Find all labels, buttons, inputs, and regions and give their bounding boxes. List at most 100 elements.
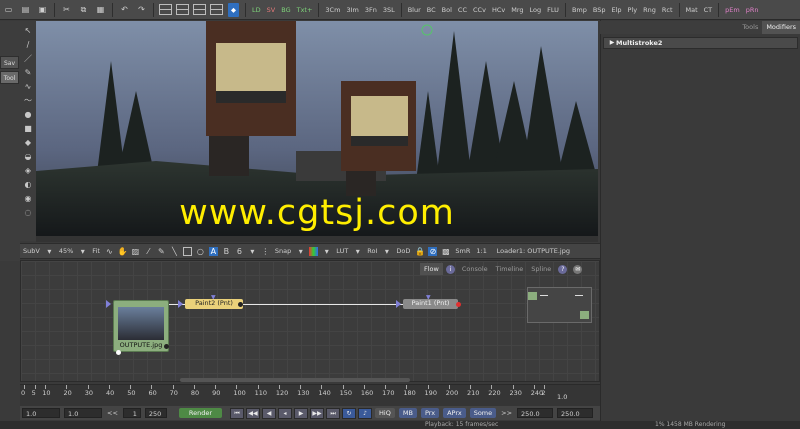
prev-key-icon[interactable]: ◀◀ <box>246 407 261 419</box>
circle-icon[interactable]: ● <box>23 110 33 120</box>
brush-tool-icon[interactable]: ▨ <box>131 247 140 256</box>
polyline-icon[interactable]: ∿ <box>23 82 33 92</box>
toolbar-button-rng[interactable]: Rng <box>640 3 659 17</box>
toolbar-button-hcv[interactable]: HCv <box>489 3 508 17</box>
tab-tools[interactable]: Tools <box>738 21 762 34</box>
tab-tool[interactable]: Tool <box>0 71 19 84</box>
undo-icon[interactable]: ↶ <box>119 4 130 15</box>
pencil-icon[interactable]: ✎ <box>23 68 33 78</box>
select-arrow-icon[interactable]: ↖ <box>23 26 33 36</box>
render-end-field[interactable]: 250.0 <box>517 408 554 418</box>
zoom-dropdown[interactable]: 45% <box>56 247 76 255</box>
line-icon[interactable]: ╲ <box>170 247 179 256</box>
mb-button[interactable]: MB <box>398 408 417 418</box>
tab-console[interactable]: Console <box>458 263 492 275</box>
bold-b-icon[interactable]: B <box>222 247 231 256</box>
info-icon[interactable]: i <box>445 264 455 274</box>
time-ruler[interactable]: 0 5 10 20 30 40 50 60 70 80 90 100 110 120 130 140 150 16… <box>20 384 600 406</box>
wave-icon[interactable]: ∿ <box>105 247 114 256</box>
lut-button[interactable]: LUT <box>333 247 351 255</box>
tab-timeline[interactable]: Timeline <box>492 263 528 275</box>
rectangle-icon[interactable]: ■ <box>23 124 33 134</box>
step-forward-button[interactable]: >> <box>498 409 515 417</box>
toolbar-button-3sl[interactable]: 3SL <box>380 3 398 17</box>
tab-sav[interactable]: Sav <box>0 56 19 69</box>
global-start-field[interactable]: 1.0 <box>22 408 60 418</box>
hand-icon[interactable]: ✋ <box>118 247 128 256</box>
some-button[interactable]: Some <box>469 408 497 418</box>
overlay-icon[interactable]: ⊘ <box>428 246 438 256</box>
toolbar-button-mrg[interactable]: Mrg <box>508 3 526 17</box>
toolbar-button-sv[interactable]: SV <box>264 3 279 17</box>
checker-icon[interactable]: ▩ <box>441 247 450 256</box>
toolbar-button-bc[interactable]: BC <box>424 3 439 17</box>
output-pin[interactable] <box>456 302 461 307</box>
tab-spline[interactable]: Spline <box>527 263 555 275</box>
current-time-field[interactable]: 1 <box>122 408 141 418</box>
render-start-field[interactable]: 1.0 <box>64 408 102 418</box>
toolbar-button-blur[interactable]: Blur <box>405 3 424 17</box>
open-file-icon[interactable]: ▤ <box>20 4 31 15</box>
eraser-icon[interactable]: ◈ <box>23 166 33 176</box>
layout-single-icon[interactable] <box>159 4 172 15</box>
toolbar-button-bg[interactable]: BG <box>278 3 293 17</box>
circle-icon[interactable]: ○ <box>196 247 205 256</box>
chat-icon[interactable]: ✉ <box>573 264 583 274</box>
pen-icon[interactable]: ✎ <box>157 247 166 256</box>
grid-icon[interactable]: ⋮ <box>261 247 270 256</box>
last-frame-icon[interactable]: ⏭ <box>326 407 341 419</box>
dod-button[interactable]: DoD <box>393 247 413 255</box>
redo-icon[interactable]: ↷ <box>136 4 147 15</box>
chevron-down-icon[interactable]: ▾ <box>296 247 305 256</box>
play-icon[interactable]: ▶ <box>294 407 309 419</box>
snap-dropdown[interactable]: Snap <box>272 247 294 255</box>
save-icon[interactable]: ▣ <box>37 4 48 15</box>
toolbar-button-elp[interactable]: Elp <box>608 3 624 17</box>
output-pin[interactable] <box>238 302 243 307</box>
first-frame-icon[interactable]: ⏮ <box>230 407 245 419</box>
wire-icon[interactable]: ◐ <box>23 180 33 190</box>
wand-icon[interactable]: ⁄ <box>144 247 153 256</box>
chevron-down-icon[interactable]: ▾ <box>353 247 362 256</box>
image-viewer[interactable]: www.cgtsj.com <box>36 21 598 236</box>
toolbar-button-mat[interactable]: Mat <box>683 3 701 17</box>
modifier-header[interactable]: ▶ Multistroke2 <box>603 37 798 49</box>
paste-icon[interactable]: ▦ <box>95 4 106 15</box>
new-file-icon[interactable]: ▭ <box>3 4 14 15</box>
smr-button[interactable]: SmR <box>452 247 473 255</box>
stroke-icon[interactable]: 〜 <box>23 96 33 106</box>
fill-icon[interactable]: ◆ <box>23 138 33 148</box>
tab-modifiers[interactable]: Modifiers <box>762 21 800 34</box>
toolbar-button-flu[interactable]: FLU <box>544 3 562 17</box>
toolbar-button-3cm[interactable]: 3Cm <box>322 3 343 17</box>
toolbar-button-prn[interactable]: pRn <box>743 3 762 17</box>
fusion-script-icon[interactable]: ◆ <box>228 2 239 17</box>
output-pin[interactable] <box>164 344 169 349</box>
tab-flow[interactable]: Flow <box>420 263 443 275</box>
chevron-down-icon[interactable]: ▾ <box>45 247 54 256</box>
fit-button[interactable]: Fit <box>89 247 103 255</box>
loop-icon[interactable]: ↻ <box>342 407 357 419</box>
brush-icon[interactable]: ／ <box>23 54 33 64</box>
toolbar-button-txt[interactable]: Txt+ <box>294 3 316 17</box>
toolbar-button-log[interactable]: Log <box>527 3 545 17</box>
chevron-down-icon[interactable]: ▾ <box>248 247 257 256</box>
toolbar-button-ply[interactable]: Ply <box>625 3 641 17</box>
text-a-icon[interactable]: A <box>208 246 218 256</box>
rect-icon[interactable] <box>182 246 192 256</box>
style-icon[interactable]: 6 <box>235 247 244 256</box>
lock-icon[interactable]: 🔒 <box>415 247 425 256</box>
one-to-one-button[interactable]: 1:1 <box>473 247 489 255</box>
smear-icon[interactable]: ◌ <box>23 208 33 218</box>
chevron-down-icon[interactable]: ▾ <box>322 247 331 256</box>
layout-split-icon[interactable] <box>176 4 189 15</box>
flow-scrollbar[interactable] <box>180 378 410 382</box>
layout-quad-icon[interactable] <box>193 4 206 15</box>
toolbar-button-3im[interactable]: 3Im <box>343 3 361 17</box>
toolbar-button-cc[interactable]: CC <box>455 3 470 17</box>
step-back-button[interactable]: << <box>104 409 121 417</box>
prx-button[interactable]: Prx <box>420 408 440 418</box>
layout-wide-icon[interactable] <box>210 4 223 15</box>
global-end-field[interactable]: 250.0 <box>557 408 594 418</box>
multistroke-icon[interactable]: ∕ <box>23 40 33 50</box>
